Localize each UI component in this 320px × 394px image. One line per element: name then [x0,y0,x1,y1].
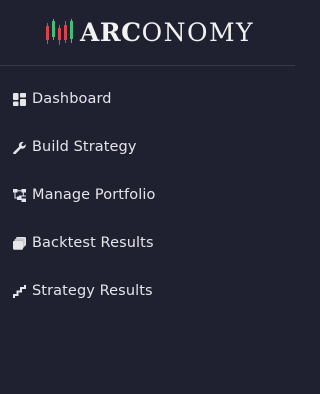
wrench-icon [13,141,26,154]
sidebar-item-backtest-results[interactable]: Backtest Results [13,231,154,255]
sidebar-item-label: Backtest Results [32,235,154,251]
sidebar: ARCONOMY Dashboard Build Strategy Manage… [0,0,295,394]
brand-header[interactable]: ARCONOMY [0,0,295,66]
stairs-icon [13,284,26,298]
stack-icon [13,236,26,250]
brand-name: ARCONOMY [80,20,254,45]
sidebar-item-build-strategy[interactable]: Build Strategy [13,135,137,159]
brand-name-part1: ARC [80,18,142,47]
hierarchy-icon [13,188,26,202]
sidebar-item-label: Strategy Results [32,283,153,299]
sidebar-item-strategy-results[interactable]: Strategy Results [13,279,153,303]
candlestick-logo-icon [46,18,73,48]
sidebar-item-label: Dashboard [32,91,112,107]
dashboard-icon [13,92,26,106]
sidebar-item-label: Manage Portfolio [32,187,156,203]
sidebar-item-label: Build Strategy [32,139,137,155]
sidebar-item-manage-portfolio[interactable]: Manage Portfolio [13,183,155,207]
brand-name-part2: ONOMY [141,18,255,47]
sidebar-item-dashboard[interactable]: Dashboard [13,87,112,111]
